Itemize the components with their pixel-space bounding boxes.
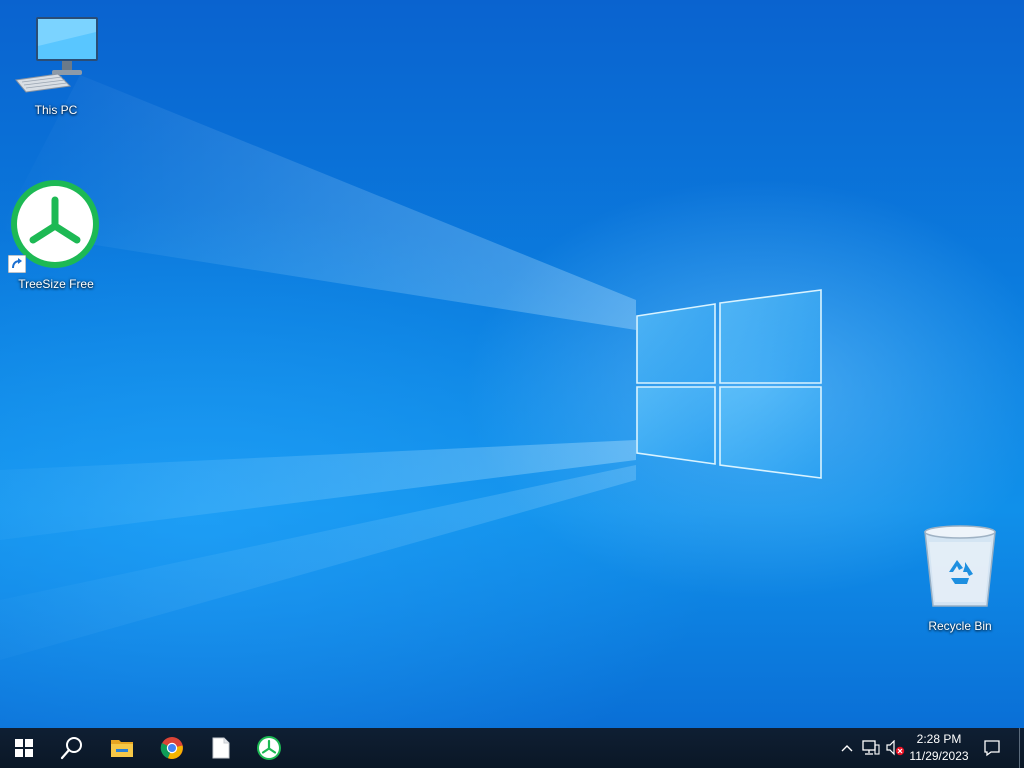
network-status[interactable] [859,728,883,768]
taskbar-document[interactable] [197,728,245,768]
search-icon [60,737,82,760]
taskbar-treesize[interactable] [245,728,293,768]
clock-time: 2:28 PM [916,732,962,746]
search-button[interactable] [48,728,96,768]
windows-start-icon [15,739,33,757]
taskbar: 2:28 PM 11/29/2023 [0,728,1024,768]
treesize-icon [257,736,281,760]
desktop-icon-label: This PC [34,103,78,117]
show-hidden-icons-button[interactable] [836,728,858,768]
volume-muted-icon [886,740,905,756]
shortcut-arrow-icon [8,255,26,273]
recycle-bin-icon [924,525,996,607]
desktop[interactable]: This PC TreeSize Free Recycle Bin [0,0,1024,728]
this-pc-icon [15,17,98,93]
desktop-icon-label: TreeSize Free [18,277,94,291]
taskbar-file-explorer[interactable] [98,728,146,768]
chrome-icon [160,737,183,759]
desktop-icon-label: Recycle Bin [928,619,992,633]
wallpaper-light-beams [0,75,636,660]
desktop-icon-this-pc[interactable]: This PC [11,14,101,117]
desktop-icon-treesize-free[interactable]: TreeSize Free [8,178,101,291]
network-icon [862,740,880,755]
clock-date: 11/29/2023 [909,749,969,763]
chevron-up-icon [841,745,853,752]
start-button[interactable] [0,728,48,768]
windows-logo-wallpaper [636,289,822,479]
blank-document-icon [212,737,230,759]
desktop-icon-recycle-bin[interactable]: Recycle Bin [915,522,1005,633]
notification-icon [984,740,1000,757]
clock[interactable]: 2:28 PM 11/29/2023 [904,731,974,765]
file-explorer-icon [111,740,133,757]
taskbar-chrome[interactable] [148,728,196,768]
action-center-button[interactable] [978,728,1006,768]
show-desktop-button[interactable] [1019,728,1024,768]
